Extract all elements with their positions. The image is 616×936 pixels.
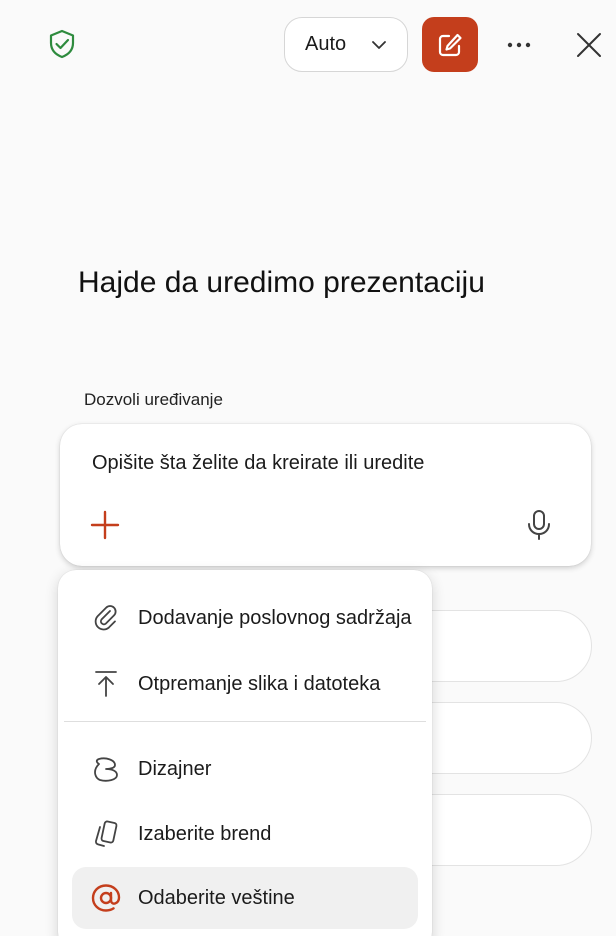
compose-icon <box>438 33 462 56</box>
header: Auto <box>0 0 616 90</box>
copilot-pane: Auto Hajde da uredimo prezentaciju Dozvo… <box>0 0 616 936</box>
menu-item-add-business-content[interactable]: Dodavanje poslovnog sadržaja <box>72 587 418 649</box>
menu-item-choose-brand[interactable]: Izaberite brend <box>72 803 418 865</box>
more-options-icon[interactable] <box>500 28 538 62</box>
menu-item-label: Izaberite brend <box>138 822 272 845</box>
page-title: Hajde da uredimo prezentaciju <box>78 266 485 299</box>
at-sign-icon <box>91 884 121 912</box>
chevron-down-icon <box>372 41 386 49</box>
add-icon[interactable] <box>88 508 122 542</box>
allow-editing-label: Dozvoli uređivanje <box>84 390 223 409</box>
mode-select[interactable]: Auto <box>284 17 408 72</box>
menu-item-label: Otpremanje slika i datoteka <box>138 672 381 695</box>
shield-check-icon <box>49 29 75 59</box>
designer-icon <box>94 757 118 782</box>
menu-item-label: Dizajner <box>138 757 212 780</box>
menu-item-label: Odaberite veštine <box>138 886 295 909</box>
paperclip-icon <box>94 605 117 631</box>
menu-item-label: Dodavanje poslovnog sadržaja <box>138 606 412 629</box>
menu-item-upload-files[interactable]: Otpremanje slika i datoteka <box>72 653 418 715</box>
attach-menu: Dodavanje poslovnog sadržaja Otpremanje … <box>58 570 432 936</box>
menu-divider <box>64 721 426 722</box>
upload-icon <box>95 671 117 697</box>
mode-select-value: Auto <box>305 33 347 55</box>
prompt-composer[interactable]: Opišite šta želite da kreirate ili uredi… <box>60 424 591 566</box>
brand-icon <box>95 820 118 847</box>
microphone-icon[interactable] <box>524 508 554 542</box>
new-chat-button[interactable] <box>422 17 478 72</box>
close-icon[interactable] <box>572 28 606 62</box>
menu-item-designer[interactable]: Dizajner <box>72 738 418 800</box>
menu-item-choose-skills[interactable]: Odaberite veštine <box>72 867 418 929</box>
prompt-placeholder[interactable]: Opišite šta želite da kreirate ili uredi… <box>92 452 424 475</box>
